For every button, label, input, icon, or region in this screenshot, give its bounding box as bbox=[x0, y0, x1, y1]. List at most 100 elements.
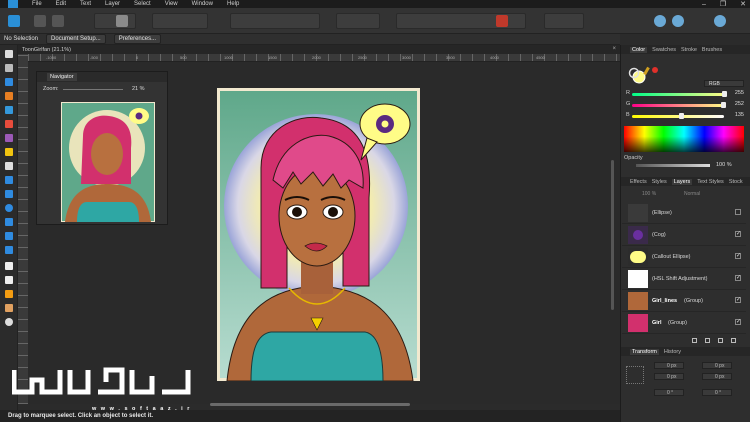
cog-tool-icon[interactable] bbox=[5, 246, 13, 254]
color-picker-icon[interactable] bbox=[496, 15, 508, 27]
layer-visibility-checkbox[interactable] bbox=[735, 318, 741, 325]
tab-color[interactable]: Color bbox=[630, 46, 648, 53]
tab-stroke[interactable]: Stroke bbox=[681, 47, 697, 53]
ellipse-tool-icon[interactable] bbox=[5, 204, 13, 212]
tab-layers[interactable]: Layers bbox=[671, 178, 693, 185]
vertical-ruler[interactable] bbox=[18, 54, 28, 404]
layer-row[interactable]: (Callout Ellipse) bbox=[622, 246, 746, 268]
place-image-icon[interactable] bbox=[5, 176, 13, 184]
corner-tool-icon[interactable] bbox=[5, 78, 13, 86]
slider-green[interactable]: G 252 bbox=[626, 101, 744, 109]
tab-brushes[interactable]: Brushes bbox=[702, 47, 722, 53]
preferences-button[interactable]: Preferences... bbox=[113, 34, 162, 44]
stroke-color-dot[interactable] bbox=[652, 67, 658, 73]
arrange-button-group[interactable] bbox=[336, 13, 380, 29]
rectangle-tool-icon[interactable] bbox=[5, 190, 13, 198]
opacity-slider[interactable] bbox=[636, 164, 710, 167]
transform-rotation-field[interactable]: 0 ° bbox=[654, 389, 684, 396]
tab-text-styles[interactable]: Text Styles bbox=[697, 179, 724, 185]
menu-text[interactable]: Text bbox=[80, 1, 91, 7]
blend-mode-select[interactable]: Normal bbox=[684, 191, 700, 197]
menu-select[interactable]: Select bbox=[134, 1, 151, 7]
document-setup-button[interactable]: Document Setup... bbox=[46, 34, 106, 44]
split-view-icon[interactable] bbox=[672, 15, 684, 27]
layer-opacity[interactable]: 100 % bbox=[642, 191, 656, 197]
vertical-scrollbar[interactable] bbox=[611, 160, 614, 310]
blue-knob[interactable] bbox=[679, 113, 684, 119]
tab-effects[interactable]: Effects bbox=[630, 179, 647, 185]
layer-visibility-checkbox[interactable] bbox=[735, 230, 741, 237]
close-document-icon[interactable]: × bbox=[612, 46, 616, 52]
layer-visibility-checkbox[interactable] bbox=[735, 296, 741, 303]
layer-row[interactable]: (Ellipse) bbox=[622, 202, 746, 224]
color-model-select[interactable]: RGB bbox=[704, 80, 744, 87]
export-persona-icon[interactable] bbox=[52, 15, 64, 27]
document-tab[interactable]: ToonGirlfan (21.1%) × bbox=[18, 45, 620, 54]
insert-button-group[interactable] bbox=[544, 13, 584, 29]
pen-tool-icon[interactable] bbox=[5, 92, 13, 100]
opacity-value[interactable]: 100 % bbox=[716, 162, 732, 168]
slider-value[interactable]: 135 bbox=[735, 112, 744, 118]
red-knob[interactable] bbox=[722, 91, 727, 97]
menu-layer[interactable]: Layer bbox=[105, 1, 120, 7]
transform-shear-field[interactable]: 0 ° bbox=[702, 389, 732, 396]
star-tool-icon[interactable] bbox=[5, 232, 13, 240]
anchor-selector-icon[interactable] bbox=[626, 366, 644, 384]
frame-text-icon[interactable] bbox=[5, 276, 13, 284]
designer-persona-icon[interactable] bbox=[8, 15, 20, 27]
align-button-group[interactable] bbox=[230, 13, 320, 29]
preview-icon[interactable] bbox=[714, 15, 726, 27]
menu-view[interactable]: View bbox=[165, 1, 178, 7]
tab-transform[interactable]: Transform bbox=[630, 348, 659, 355]
view-mode-icon[interactable] bbox=[654, 15, 666, 27]
horizontal-ruler[interactable]: -1000 -500 0 500 1000 1500 2000 2500 300… bbox=[28, 54, 620, 62]
navigator-thumbnail[interactable] bbox=[61, 102, 155, 222]
document-button-group[interactable] bbox=[94, 13, 136, 29]
menu-file[interactable]: File bbox=[32, 1, 42, 7]
brush-tool-icon[interactable] bbox=[5, 120, 13, 128]
fx-icon[interactable] bbox=[718, 338, 723, 343]
artistic-text-icon[interactable] bbox=[5, 262, 13, 270]
horizontal-scrollbar[interactable] bbox=[210, 403, 410, 406]
transform-y-field[interactable]: 0 px bbox=[654, 373, 684, 380]
blue-track[interactable] bbox=[632, 115, 724, 118]
transform-h-field[interactable]: 0 px bbox=[702, 373, 732, 380]
tab-styles[interactable]: Styles bbox=[652, 179, 667, 185]
layer-row[interactable]: (Cog) bbox=[622, 224, 746, 246]
tab-navigator[interactable]: Navigator bbox=[47, 73, 77, 81]
slider-blue[interactable]: B 135 bbox=[626, 112, 744, 120]
green-track[interactable] bbox=[632, 104, 724, 107]
minimize-button[interactable]: – bbox=[702, 1, 706, 8]
layer-visibility-checkbox[interactable] bbox=[735, 274, 741, 281]
transparency-tool-icon[interactable] bbox=[5, 148, 13, 156]
slider-value[interactable]: 252 bbox=[735, 101, 744, 107]
green-knob[interactable] bbox=[721, 102, 726, 108]
tab-history[interactable]: History bbox=[664, 349, 681, 355]
layer-row[interactable]: Girl (Group) bbox=[622, 312, 746, 334]
delete-layer-icon[interactable] bbox=[731, 338, 736, 343]
maximize-button[interactable]: ❐ bbox=[720, 0, 726, 8]
pixel-persona-icon[interactable] bbox=[34, 15, 46, 27]
layer-row[interactable]: (HSL Shift Adjustment) bbox=[622, 268, 746, 290]
node-tool-icon[interactable] bbox=[5, 64, 13, 72]
slider-value[interactable]: 255 bbox=[735, 90, 744, 96]
hand-tool-icon[interactable] bbox=[5, 304, 13, 312]
assistant-icon[interactable] bbox=[116, 15, 128, 27]
artboard-illustration[interactable] bbox=[217, 88, 420, 381]
color-spectrum[interactable] bbox=[624, 126, 744, 152]
layer-row[interactable]: Girl_lines (Group) bbox=[622, 290, 746, 312]
slider-red[interactable]: R 255 bbox=[626, 90, 744, 98]
zoom-slider[interactable] bbox=[63, 89, 123, 90]
red-track[interactable] bbox=[632, 93, 724, 96]
tab-stock[interactable]: Stock bbox=[729, 179, 743, 185]
close-window-button[interactable]: ✕ bbox=[740, 0, 746, 8]
rounded-rect-tool-icon[interactable] bbox=[5, 218, 13, 226]
move-tool-icon[interactable] bbox=[5, 50, 13, 58]
pencil-tool-icon[interactable] bbox=[5, 106, 13, 114]
transform-x-field[interactable]: 0 px bbox=[654, 362, 684, 369]
menu-help[interactable]: Help bbox=[227, 1, 239, 7]
adjustment-icon[interactable] bbox=[705, 338, 710, 343]
fill-tool-icon[interactable] bbox=[5, 134, 13, 142]
vector-crop-icon[interactable] bbox=[5, 162, 13, 170]
transform-w-field[interactable]: 0 px bbox=[702, 362, 732, 369]
